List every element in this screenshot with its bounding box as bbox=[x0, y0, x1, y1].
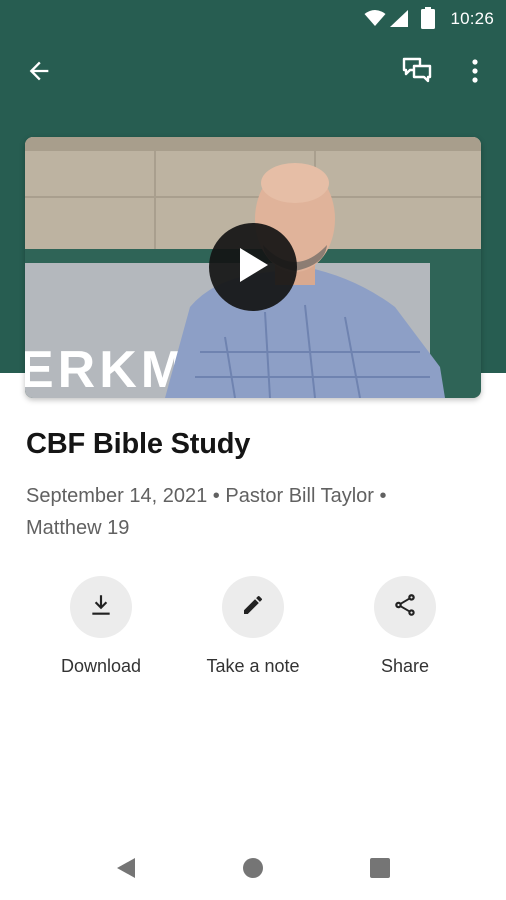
back-button[interactable] bbox=[17, 51, 61, 95]
download-icon bbox=[88, 592, 114, 623]
signal-icon bbox=[389, 9, 409, 33]
battery-icon bbox=[421, 7, 435, 34]
status-time: 10:26 bbox=[450, 9, 494, 28]
sermon-meta-line2: Matthew 19 bbox=[26, 517, 130, 539]
arrow-left-icon bbox=[25, 57, 53, 90]
wifi-icon bbox=[364, 9, 386, 32]
play-icon bbox=[236, 246, 270, 289]
share-icon bbox=[392, 592, 418, 623]
nav-back-button[interactable] bbox=[106, 850, 146, 890]
triangle-back-icon bbox=[115, 856, 137, 885]
thumbnail-sign-text: ERKM bbox=[25, 341, 188, 398]
square-recents-icon bbox=[369, 857, 391, 884]
status-bar: 10:26 bbox=[0, 0, 506, 38]
take-note-circle bbox=[222, 576, 284, 638]
sermon-title: CBF Bible Study bbox=[26, 428, 251, 460]
discussion-button[interactable] bbox=[395, 51, 439, 95]
more-vert-icon bbox=[471, 58, 479, 89]
sermon-meta: September 14, 2021 • Pastor Bill Taylor … bbox=[26, 480, 466, 544]
share-label: Share bbox=[380, 656, 430, 676]
nav-recents-button[interactable] bbox=[360, 850, 400, 890]
download-label: Download bbox=[60, 656, 142, 676]
take-note-label: Take a note bbox=[206, 656, 300, 676]
video-player[interactable]: ERKM bbox=[25, 137, 481, 398]
download-circle bbox=[70, 576, 132, 638]
app-bar bbox=[0, 48, 506, 104]
share-circle bbox=[374, 576, 436, 638]
system-nav-bar bbox=[0, 830, 506, 900]
download-button[interactable]: Download bbox=[26, 576, 176, 677]
more-options-button[interactable] bbox=[453, 51, 497, 95]
nav-home-button[interactable] bbox=[233, 850, 273, 890]
pencil-icon bbox=[241, 593, 265, 622]
play-button[interactable] bbox=[209, 223, 297, 311]
share-button[interactable]: Share bbox=[330, 576, 480, 677]
sermon-meta-line1: September 14, 2021 • Pastor Bill Taylor … bbox=[26, 485, 387, 507]
chat-bubbles-icon bbox=[401, 56, 433, 91]
circle-home-icon bbox=[241, 856, 265, 885]
take-note-button[interactable]: Take a note bbox=[178, 576, 328, 677]
